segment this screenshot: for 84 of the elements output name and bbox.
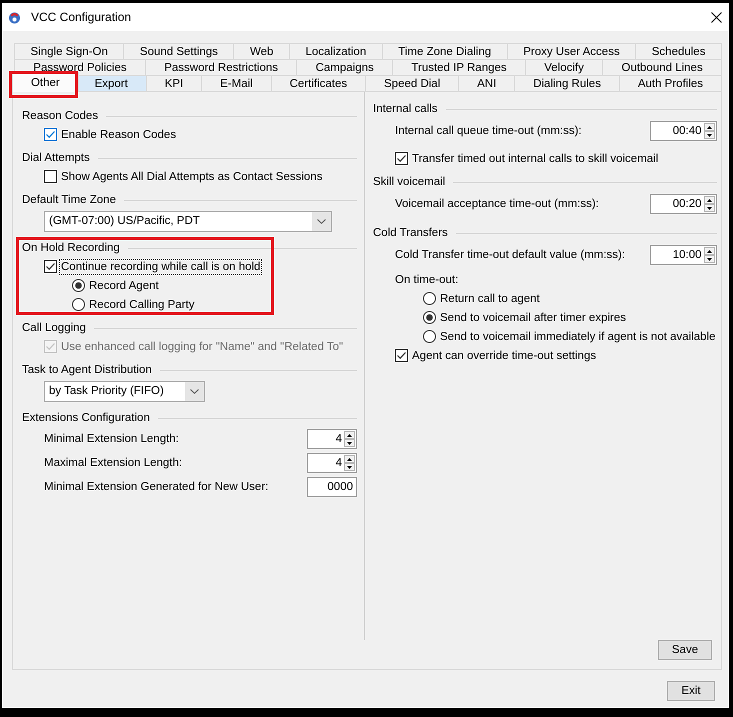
tab[interactable]: Outbound Lines [602, 59, 722, 75]
number-spinner[interactable]: 10:00 [650, 245, 717, 265]
section-title: Call Logging [22, 322, 86, 334]
up-triangle-icon [706, 198, 712, 202]
spin-down-button[interactable] [704, 255, 715, 263]
checkbox-icon[interactable] [395, 349, 408, 362]
tab[interactable]: Speed Dial [365, 75, 460, 91]
radio-icon[interactable] [423, 330, 436, 343]
checkbox[interactable]: Enable Reason Codes [44, 125, 178, 144]
checkbox-icon[interactable] [44, 260, 57, 273]
up-triangle-icon [706, 126, 712, 128]
field-label: On time-out: [395, 272, 458, 288]
down-triangle-icon [347, 442, 352, 444]
tab[interactable]: Velocify [524, 59, 604, 75]
checkbox[interactable]: Continue recording while call is on hold [44, 257, 262, 276]
tab[interactable]: Proxy User Access [506, 43, 636, 59]
field-label: Maximal Extension Length: [44, 457, 182, 469]
section-title: Extensions Configuration [22, 412, 150, 424]
down-triangle-icon [706, 206, 712, 210]
field-label: Voicemail acceptance time-out (mm:ss): [395, 198, 599, 210]
radio-button[interactable]: Send to voicemail after timer expires [423, 308, 627, 327]
radio-icon[interactable] [72, 298, 85, 311]
section-title: Reason Codes [22, 110, 98, 122]
checkbox-icon[interactable] [44, 128, 57, 141]
section-title: Skill voicemail [373, 176, 446, 188]
window-title: VCC Configuration [31, 10, 132, 24]
number-spinner[interactable]: 00:20 [650, 194, 717, 214]
tab[interactable]: Time Zone Dialing [382, 43, 508, 59]
down-triangle-icon [706, 134, 712, 136]
field-label: Minimal Extension Generated for New User: [44, 481, 268, 493]
radio-button[interactable]: Return call to agent [423, 289, 541, 308]
spin-down-button[interactable] [344, 439, 355, 447]
section-title: Dial Attempts [22, 152, 90, 164]
down-triangle-icon [347, 466, 352, 468]
dropdown[interactable]: (GMT-07:00) US/Pacific, PDT [44, 211, 332, 232]
app-icon [8, 10, 21, 24]
checkbox[interactable]: Agent can override time-out settings [395, 346, 598, 365]
text-field[interactable]: 0000 [307, 477, 357, 497]
up-triangle-icon [706, 250, 712, 252]
radio-button[interactable]: Send to voicemail immediately if agent is not available [423, 327, 717, 346]
radio-button[interactable]: Record Agent [72, 276, 160, 295]
tab[interactable]: Trusted IP Ranges [392, 59, 526, 75]
number-spinner[interactable]: 4 [307, 453, 357, 473]
up-triangle-icon [347, 434, 352, 436]
tab[interactable]: Single Sign-On [14, 43, 124, 59]
radio-button[interactable]: Record Calling Party [72, 295, 196, 314]
spin-down-button[interactable] [344, 463, 355, 471]
spin-down-button[interactable] [704, 204, 715, 212]
tab[interactable]: Sound Settings [123, 43, 234, 59]
down-triangle-icon [706, 258, 712, 260]
spin-up-button[interactable] [704, 196, 715, 204]
chevron-down-icon [190, 389, 199, 394]
tab[interactable]: Dialing Rules [514, 75, 620, 91]
up-triangle-icon [347, 458, 352, 460]
dropdown[interactable]: by Task Priority (FIFO) [44, 381, 205, 402]
radio-icon[interactable] [423, 292, 436, 305]
field-label: Cold Transfer time-out default value (mm:ss): [395, 249, 626, 261]
tab[interactable]: Schedules [635, 43, 722, 59]
save-button[interactable]: Save [658, 640, 712, 660]
section-title: Internal calls [373, 103, 438, 115]
number-spinner[interactable]: 4 [307, 429, 357, 449]
number-spinner[interactable]: 00:40 [650, 121, 717, 141]
checkbox[interactable]: Transfer timed out internal calls to skill voicemail [395, 149, 660, 168]
tab[interactable]: Auth Profiles [618, 75, 722, 91]
checkbox-icon[interactable] [44, 170, 57, 183]
tab[interactable]: Campaigns [296, 59, 394, 75]
radio-icon[interactable] [423, 311, 436, 324]
field-label: Minimal Extension Length: [44, 433, 179, 445]
section-title: Cold Transfers [373, 227, 448, 239]
spin-down-button[interactable] [704, 131, 715, 139]
section-title: Default Time Zone [22, 194, 116, 206]
spin-up-button[interactable] [704, 247, 715, 255]
radio-icon[interactable] [72, 279, 85, 292]
section-title: On Hold Recording [22, 242, 120, 254]
checkbox[interactable]: Show Agents All Dial Attempts as Contact Sessions [44, 167, 324, 186]
checkbox-icon[interactable] [395, 152, 408, 165]
close-icon [710, 12, 722, 22]
chevron-down-icon [317, 219, 326, 224]
spin-up-button[interactable] [344, 455, 355, 463]
field-label: Internal call queue time-out (mm:ss): [395, 125, 582, 137]
spin-up-button[interactable] [344, 431, 355, 439]
section-title: Task to Agent Distribution [22, 364, 152, 376]
spin-up-button[interactable] [704, 123, 715, 131]
exit-button[interactable]: Exit [667, 681, 715, 701]
